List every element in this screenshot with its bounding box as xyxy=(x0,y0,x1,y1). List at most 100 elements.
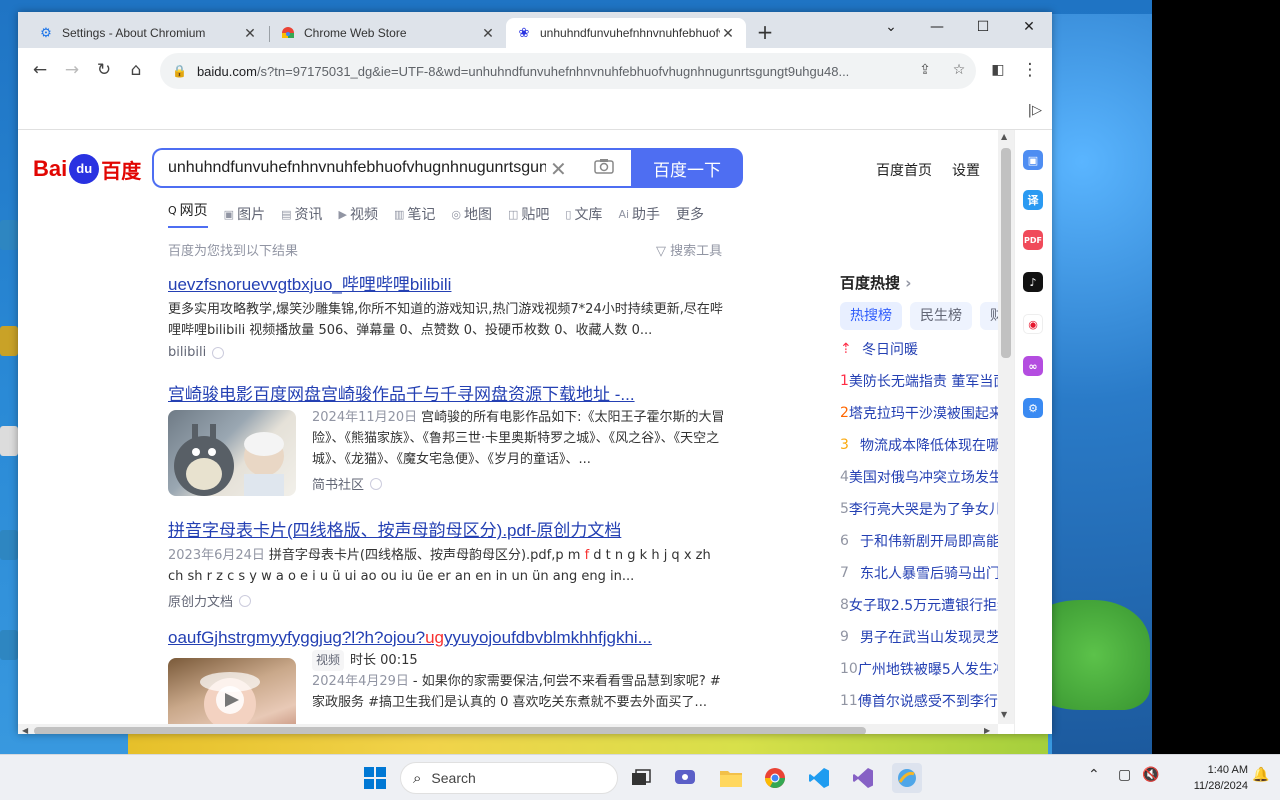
start-button[interactable] xyxy=(360,763,390,793)
settings-link[interactable]: 设置 xyxy=(952,160,980,180)
hot-item[interactable]: 7 东北人暴雪后骑马出门 xyxy=(840,560,1000,586)
network-icon[interactable]: ▢ xyxy=(1118,767,1131,783)
vertical-scrollbar[interactable]: ▲ ▼ xyxy=(998,130,1014,724)
reload-button[interactable]: ↻ xyxy=(90,56,118,84)
result-source[interactable]: 简书社区 xyxy=(312,474,728,493)
hot-item[interactable]: 8 女子取2.5万元遭银行拒绝 xyxy=(840,592,1000,618)
horizontal-scrollbar[interactable]: ◀ ▶ xyxy=(18,724,998,734)
new-tab-button[interactable]: + xyxy=(754,22,776,44)
hot-item[interactable]: ⇡ 冬日问暖 xyxy=(840,336,1000,362)
hot-item[interactable]: 9 男子在武当山发现灵芝 xyxy=(840,624,1000,650)
hot-item[interactable]: 5李行亮大哭是为了争女儿抚养权 xyxy=(840,496,1000,522)
info-icon[interactable] xyxy=(212,346,225,359)
tab-search-chevron-icon[interactable]: ⌄ xyxy=(868,12,914,42)
hot-tab-hot[interactable]: 热搜榜 xyxy=(840,302,902,330)
scroll-down-arrow-icon[interactable]: ▼ xyxy=(1001,710,1007,719)
search-tools-button[interactable]: ▽ 搜索工具 xyxy=(656,240,722,259)
result-thumbnail-image[interactable] xyxy=(168,410,296,496)
scroll-right-arrow-icon[interactable]: ▶ xyxy=(984,726,990,734)
search-query-text[interactable]: unhuhndfunvuhefnhnvnuhfebhuofvhugnhnugun… xyxy=(168,159,546,177)
tab-tieba[interactable]: ◫ 贴吧 xyxy=(508,200,549,228)
scrollbar-thumb[interactable] xyxy=(34,727,866,734)
result-source[interactable]: 原创力文档 xyxy=(168,591,728,610)
expand-arrow-icon[interactable]: |▷ xyxy=(1028,103,1042,118)
active-app-icon[interactable] xyxy=(892,763,922,793)
maximize-button[interactable]: ☐ xyxy=(960,12,1006,42)
hot-item[interactable]: 6 于和伟新剧开局即高能 xyxy=(840,528,1000,554)
share-icon[interactable]: ⇪ xyxy=(916,62,934,80)
minimize-button[interactable]: — xyxy=(914,12,960,42)
chrome-icon[interactable] xyxy=(760,763,790,793)
forward-button[interactable]: → xyxy=(58,56,86,84)
file-explorer-icon[interactable] xyxy=(716,763,746,793)
system-clock[interactable]: 1:40 AM 11/28/2024 xyxy=(1168,762,1248,794)
tab-assistant[interactable]: Ai 助手 xyxy=(618,200,660,228)
visual-studio-icon[interactable] xyxy=(848,763,878,793)
tab-settings[interactable]: ⚙ Settings - About Chromium ✕ xyxy=(28,18,268,48)
tab-news[interactable]: ▤ 资讯 xyxy=(281,200,322,228)
notification-icon[interactable]: 🔔 xyxy=(1252,767,1269,783)
taskbar-search-box[interactable]: ⌕ Search xyxy=(400,762,618,794)
tab-chrome-web-store[interactable]: Chrome Web Store ✕ xyxy=(270,18,506,48)
baidu-home-link[interactable]: 百度首页 xyxy=(876,160,932,180)
side-panel-icon[interactable]: ◧ xyxy=(984,56,1012,84)
task-view-icon[interactable] xyxy=(626,763,656,793)
search-input[interactable]: unhuhndfunvuhefnhnvnuhfebhuofvhugnhnugun… xyxy=(152,148,632,188)
result-title-link[interactable]: 宫崎骏电影百度网盘宫崎骏作品千与千寻网盘资源下载地址 -... xyxy=(168,380,728,405)
close-tab-icon[interactable]: ✕ xyxy=(480,25,496,42)
menu-kebab-icon[interactable]: ⋮ xyxy=(1016,56,1044,84)
tab-map[interactable]: ◎ 地图 xyxy=(451,200,492,228)
desktop-shortcut-icon[interactable] xyxy=(0,426,18,456)
screenshot-icon[interactable]: ▣ xyxy=(1023,150,1043,170)
chat-icon[interactable] xyxy=(670,763,700,793)
result-source[interactable]: bilibili xyxy=(168,345,728,360)
desktop-shortcut-icon[interactable] xyxy=(0,530,18,560)
tab-baidu-search[interactable]: ❀ unhuhndfunvuhefnhnvnuhfebhuofvhugnhnug… xyxy=(506,18,746,48)
show-hidden-icons-chevron[interactable]: ⌃ xyxy=(1088,767,1100,783)
address-bar[interactable]: 🔒 baidu.com/s?tn=97175031_dg&ie=UTF-8&wd… xyxy=(160,53,976,89)
hot-search-title[interactable]: 百度热搜 › xyxy=(840,272,911,293)
tab-more[interactable]: 更多 xyxy=(676,200,704,228)
close-tab-icon[interactable]: ✕ xyxy=(242,25,258,42)
result-title-link[interactable]: oaufGjhstrgmyyfyggjug?l?h?ojou?ugyyuyojo… xyxy=(168,628,728,648)
settings-gear-icon[interactable]: ⚙ xyxy=(1023,398,1043,418)
result-title-link[interactable]: 拼音字母表卡片(四线格版、按声母韵母区分).pdf-原创力文档 xyxy=(168,516,728,541)
result-title-link[interactable]: uevzfsnoruevvgtbxjuo_哔哩哔哩bilibili xyxy=(168,270,728,295)
hot-item[interactable]: 3 物流成本降低体现在哪 xyxy=(840,432,1000,458)
hot-item[interactable]: 10广州地铁被曝5人发生冲突 xyxy=(840,656,1000,682)
back-button[interactable]: ← xyxy=(26,56,54,84)
desktop-shortcut-icon[interactable] xyxy=(0,630,18,660)
close-window-button[interactable]: ✕ xyxy=(1006,12,1052,42)
desktop-shortcut-icon[interactable] xyxy=(0,220,18,250)
hot-item[interactable]: 1美防长无端指责 董军当面驳斥 xyxy=(840,368,1000,394)
hot-item[interactable]: 2塔克拉玛干沙漠被围起来了 xyxy=(840,400,1000,426)
hot-tab-livelihood[interactable]: 民生榜 xyxy=(910,302,972,330)
camera-icon[interactable] xyxy=(594,158,614,178)
scrollbar-thumb[interactable] xyxy=(1001,148,1011,358)
bookmark-star-icon[interactable]: ☆ xyxy=(950,62,968,80)
search-button[interactable]: 百度一下 xyxy=(631,148,743,188)
weibo-icon[interactable]: ◉ xyxy=(1023,314,1043,334)
clear-icon[interactable]: ✕ xyxy=(550,157,567,181)
close-tab-icon[interactable]: ✕ xyxy=(720,25,736,42)
tab-wenku[interactable]: ▯ 文库 xyxy=(565,200,602,228)
translate-icon[interactable]: 译 xyxy=(1023,190,1043,210)
scroll-up-arrow-icon[interactable]: ▲ xyxy=(1001,132,1007,141)
tab-web[interactable]: Q 网页 xyxy=(168,200,208,228)
info-icon[interactable] xyxy=(370,477,383,490)
tab-images[interactable]: ▣ 图片 xyxy=(224,200,265,228)
hot-item[interactable]: 4美国对俄乌冲突立场发生变化 xyxy=(840,464,1000,490)
lock-icon[interactable]: 🔒 xyxy=(172,64,187,78)
info-icon[interactable] xyxy=(239,594,252,607)
tiktok-icon[interactable]: ♪ xyxy=(1023,272,1043,292)
tab-notes[interactable]: ▥ 笔记 xyxy=(394,200,435,228)
hot-item[interactable]: 11傅首尔说感受不到李行亮的爱 xyxy=(840,688,1000,714)
video-thumbnail-image[interactable] xyxy=(168,658,296,734)
scroll-left-arrow-icon[interactable]: ◀ xyxy=(22,726,28,734)
volume-muted-icon[interactable]: 🔇 xyxy=(1142,767,1159,783)
link-icon[interactable]: ∞ xyxy=(1023,356,1043,376)
pdf-icon[interactable]: PDF xyxy=(1023,230,1043,250)
tab-video[interactable]: ▶ 视频 xyxy=(338,200,377,228)
home-button[interactable]: ⌂ xyxy=(122,56,150,84)
baidu-logo[interactable]: Bai du 百度 xyxy=(33,152,141,186)
